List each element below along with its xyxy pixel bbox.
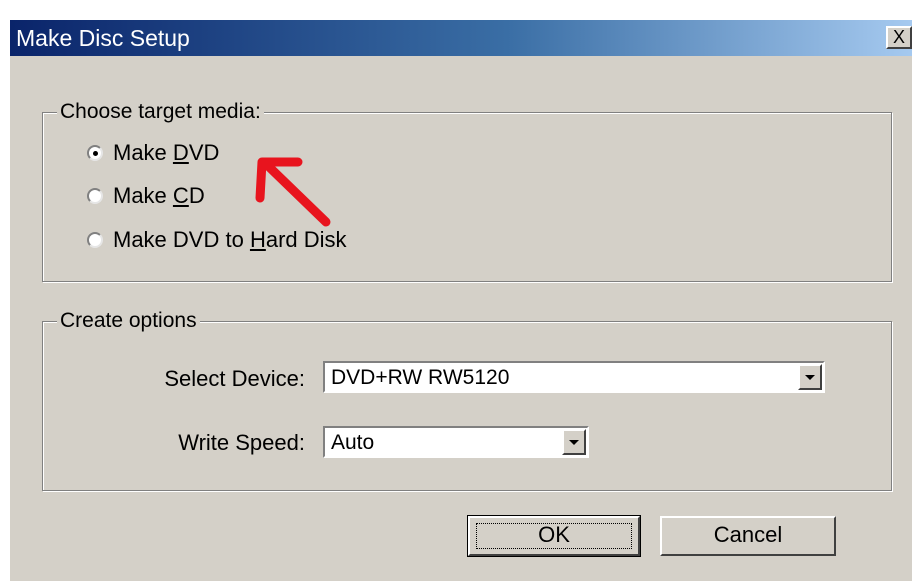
create-options-group: Create options Select Device: DVD+RW RW5… — [42, 309, 892, 491]
ok-button[interactable]: OK — [467, 515, 641, 557]
radio-make-cd[interactable]: Make CD — [87, 182, 205, 210]
target-media-legend: Choose target media: — [57, 100, 264, 124]
write-speed-label: Write Speed: — [178, 430, 305, 455]
cancel-button-label: Cancel — [713, 522, 783, 547]
radio-make-cd-label: Make CD — [113, 183, 205, 208]
close-icon: X — [892, 27, 905, 47]
radio-make-dvd-label: Make DVD — [113, 140, 220, 165]
radio-checked-icon[interactable] — [87, 145, 103, 161]
cancel-button[interactable]: Cancel — [660, 516, 836, 556]
chevron-down-icon[interactable] — [562, 429, 586, 455]
target-media-group: Choose target media: Make DVD Make CD Ma… — [42, 100, 892, 282]
title-bar[interactable]: Make Disc Setup X — [10, 20, 912, 56]
window-title: Make Disc Setup — [16, 25, 190, 51]
create-options-legend: Create options — [57, 309, 200, 333]
select-device-value: DVD+RW RW5120 — [331, 366, 510, 389]
select-device-label: Select Device: — [164, 366, 305, 391]
radio-unchecked-icon[interactable] — [87, 188, 103, 204]
select-device-dropdown[interactable]: DVD+RW RW5120 — [323, 361, 825, 393]
write-speed-dropdown[interactable]: Auto — [323, 426, 589, 458]
chevron-down-icon[interactable] — [798, 364, 822, 390]
focus-rectangle — [476, 523, 632, 549]
make-disc-setup-dialog: Make Disc Setup X Choose target media: M… — [8, 18, 912, 581]
radio-make-dvd[interactable]: Make DVD — [87, 139, 219, 167]
close-button[interactable]: X — [886, 26, 912, 49]
annotation-arrow-icon — [255, 157, 331, 227]
radio-unchecked-icon[interactable] — [87, 232, 103, 248]
write-speed-value: Auto — [331, 431, 375, 454]
